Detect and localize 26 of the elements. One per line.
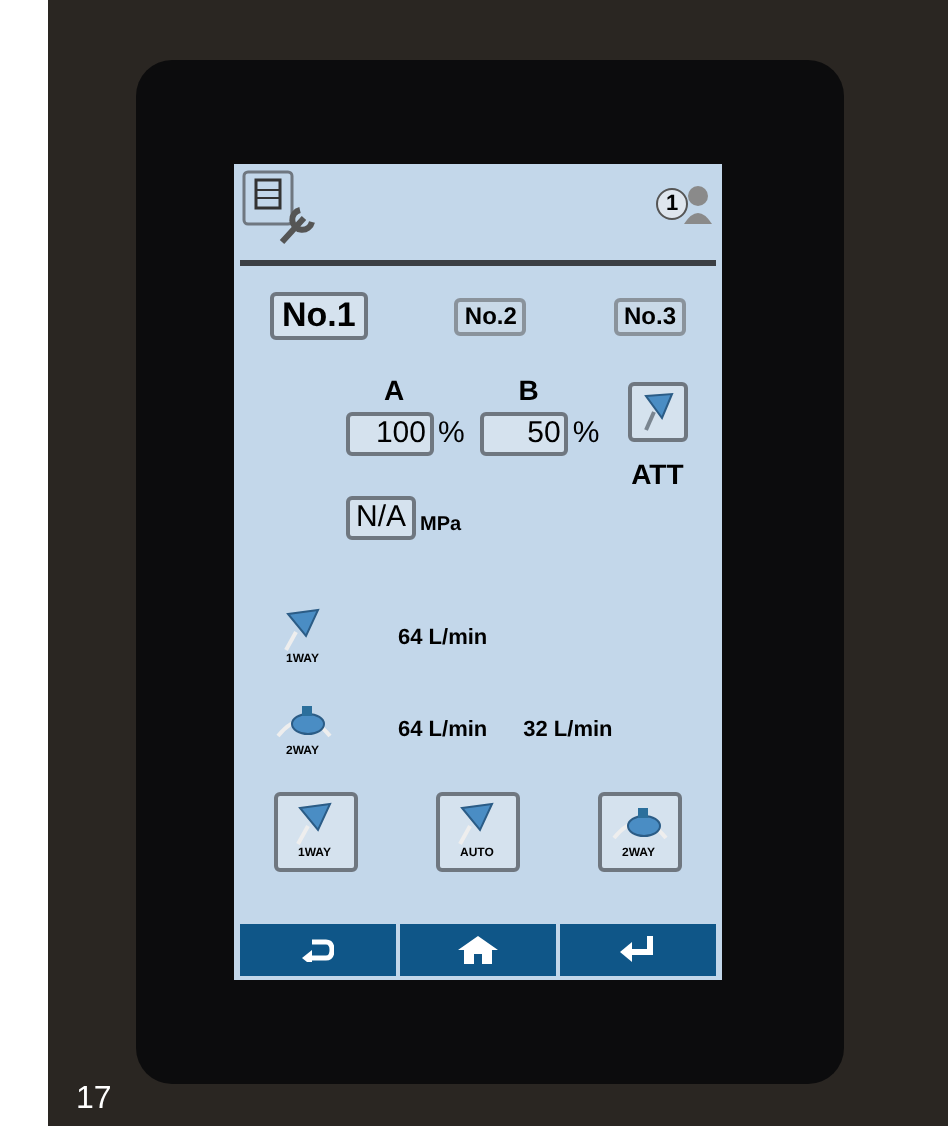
page-number: 17 — [76, 1080, 112, 1120]
flow-rate: 64 L/min — [398, 623, 488, 654]
home-icon — [458, 936, 498, 964]
pressure-unit: MPa — [420, 512, 462, 540]
ratio-heading: A — [381, 372, 407, 410]
home-button[interactable] — [400, 924, 556, 976]
ratio-field[interactable]: 50 — [480, 412, 569, 457]
unit-tab[interactable]: No.2 — [454, 297, 527, 335]
flow-rate: 32 L/min — [523, 715, 613, 746]
unit-tab[interactable]: No.3 — [613, 297, 686, 335]
enter-icon — [620, 936, 656, 964]
ratio-heading: B — [516, 372, 541, 410]
operator-number: 1 — [656, 188, 688, 220]
attachment-button[interactable] — [627, 382, 688, 442]
unit-tab[interactable]: No.1 — [270, 292, 368, 340]
breaker-icon — [639, 390, 676, 434]
pressure-value: N/A — [346, 496, 417, 540]
percent-unit: % — [572, 414, 600, 454]
percent-unit: % — [438, 414, 465, 454]
back-button[interactable] — [240, 924, 396, 976]
att-label: ATT — [631, 456, 684, 494]
back-icon — [302, 938, 334, 962]
ratio-field[interactable]: 100 — [346, 412, 434, 457]
operator-icon — [682, 182, 714, 226]
enter-button[interactable] — [560, 924, 716, 976]
flow-rate: 64 L/min — [398, 715, 488, 746]
